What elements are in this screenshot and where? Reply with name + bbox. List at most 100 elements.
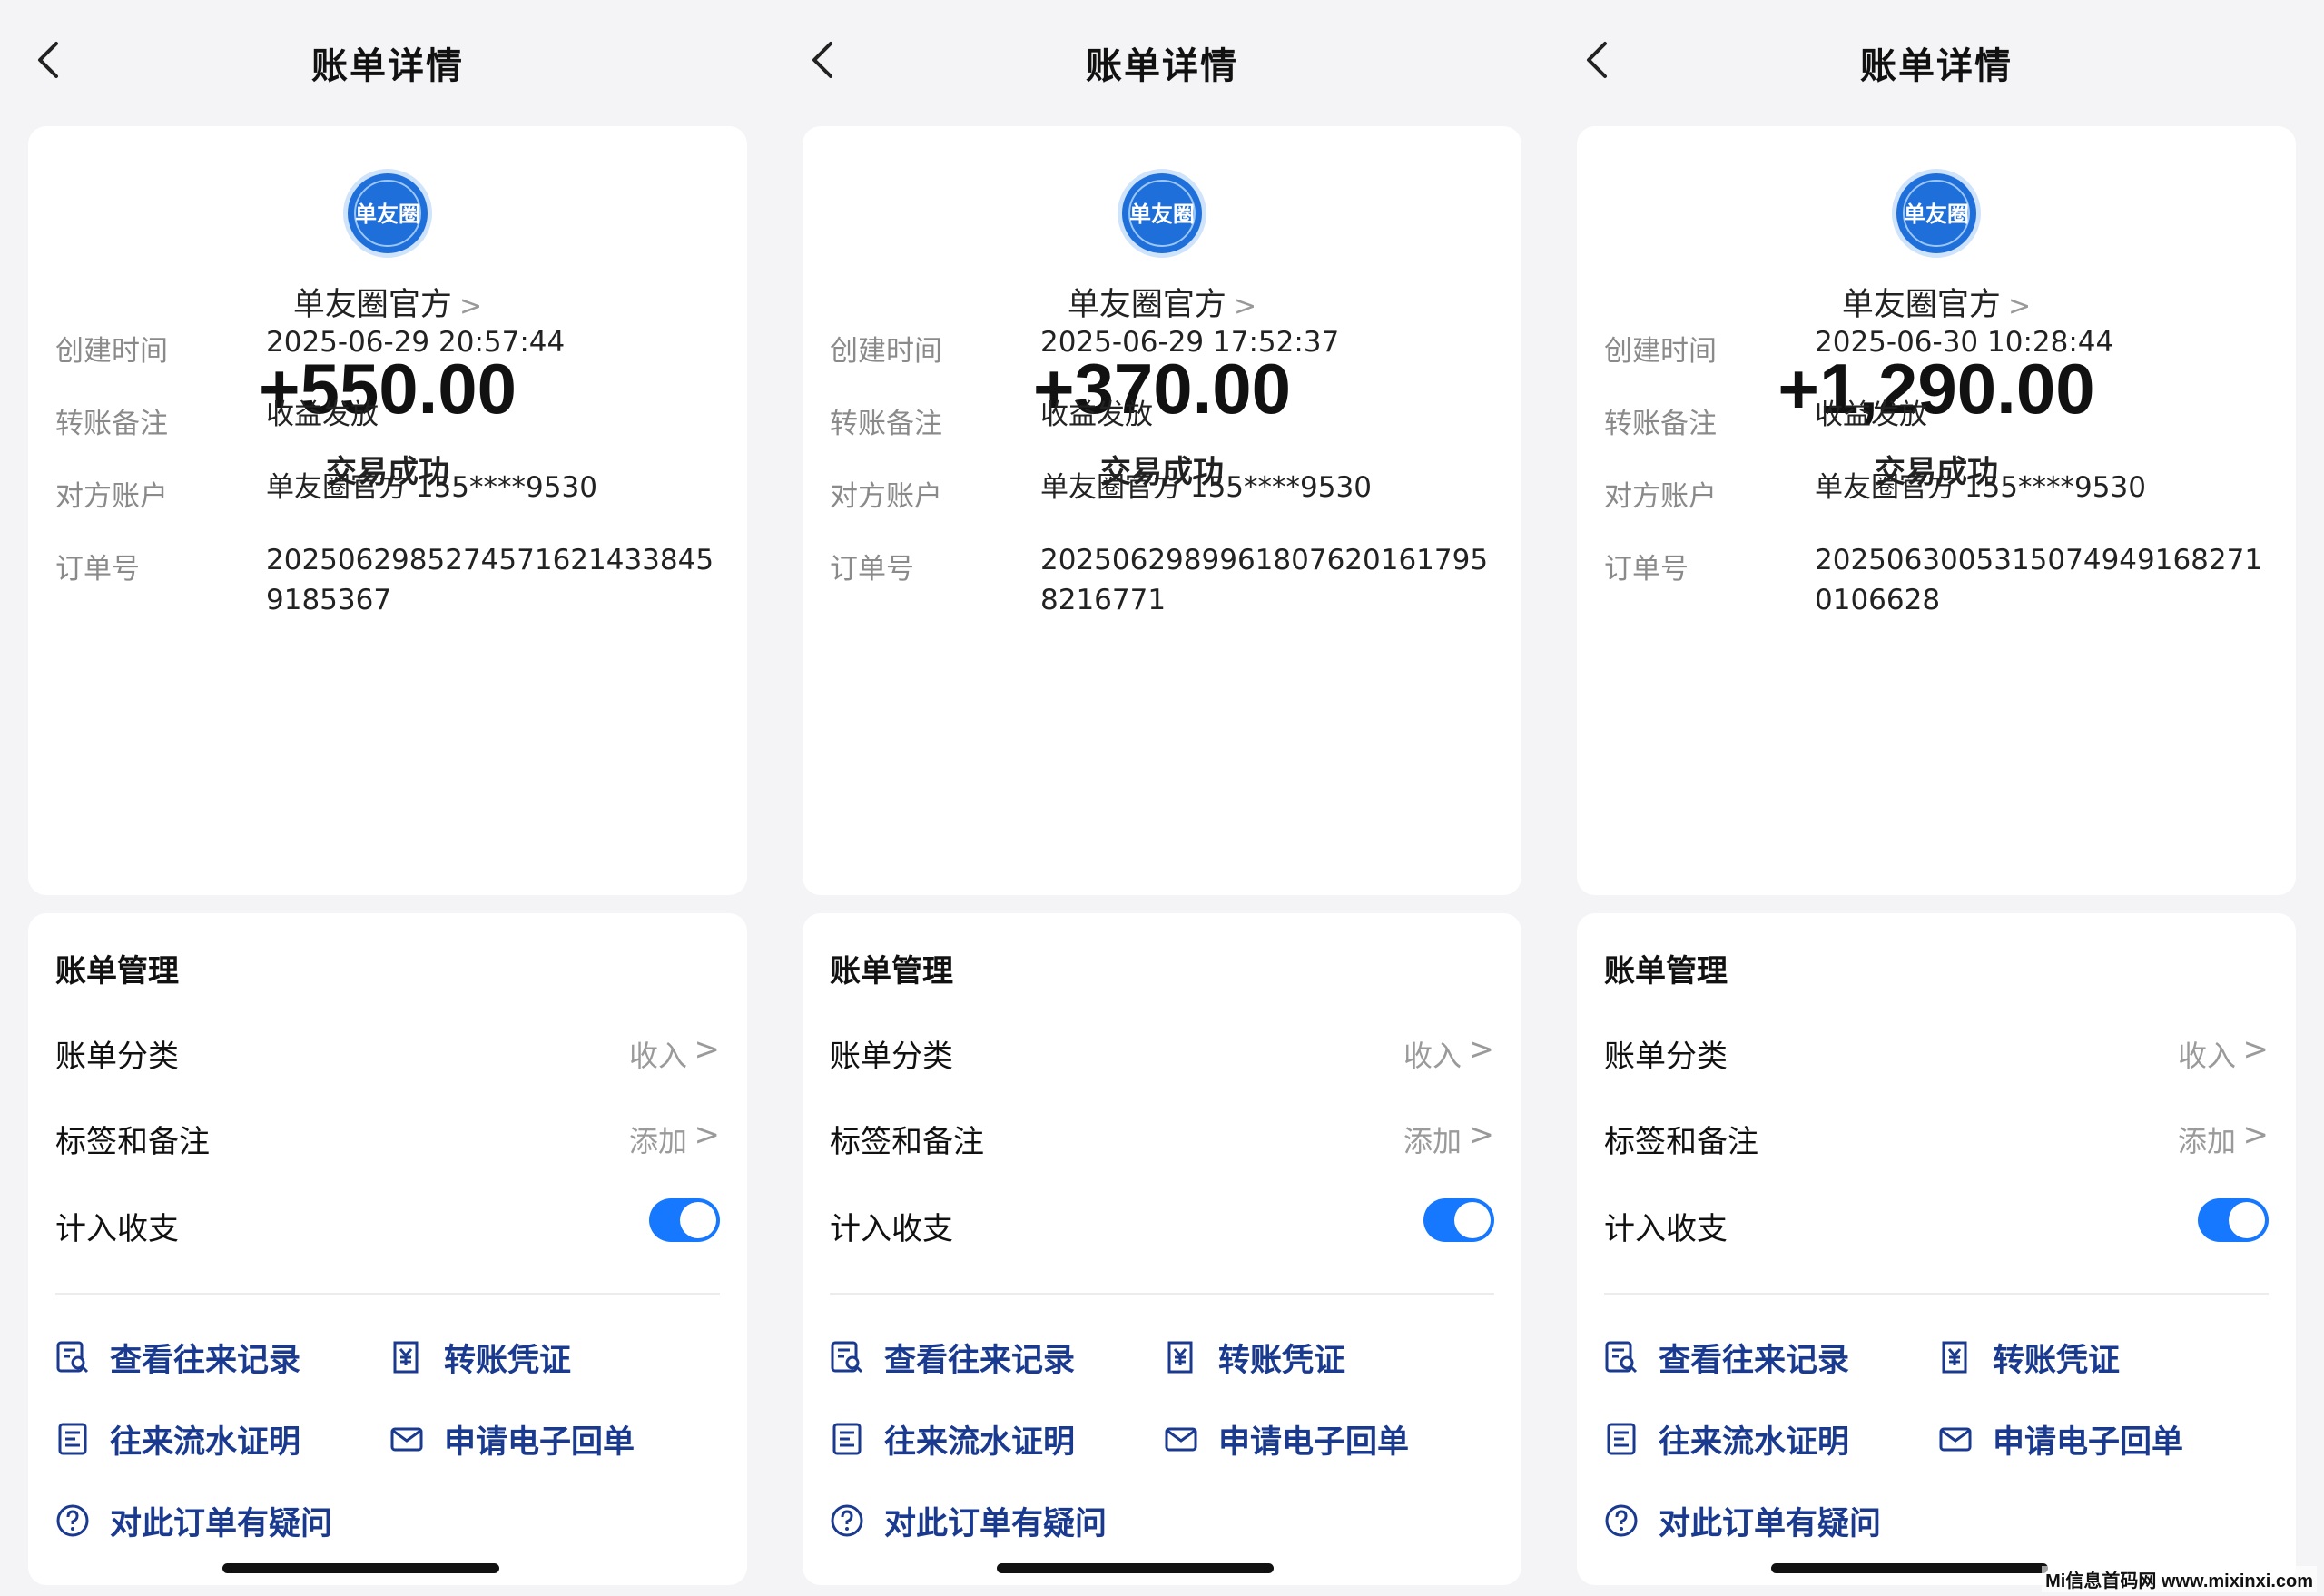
row-label: 账单分类: [55, 1039, 179, 1075]
tags-notes-row[interactable]: 标签和备注 添加 >: [830, 1117, 1494, 1162]
payee-name: 单友圈官方: [1067, 287, 1226, 323]
row-value: 添加: [628, 1124, 687, 1158]
detail-label: 创建时间: [830, 335, 942, 368]
detail-label: 对方账户: [1604, 480, 1717, 513]
row-label: 标签和备注: [830, 1124, 984, 1160]
detail-value: 单友圈官方 155****9530: [1040, 471, 1372, 504]
home-indicator[interactable]: [1771, 1563, 2048, 1573]
logo-text: 单友圈: [355, 202, 420, 227]
detail-value: 收益发放: [266, 399, 379, 431]
link-label: 申请电子回单: [444, 1424, 635, 1461]
logo-text: 单友圈: [1129, 202, 1195, 227]
order-number[interactable]: 20250629899618076201617958216771: [1040, 540, 1503, 620]
payee-logo: 单友圈: [1117, 168, 1207, 259]
document-search-icon: [831, 1341, 863, 1374]
link-label: 转账凭证: [444, 1343, 572, 1379]
detail-value: 2025-06-29 20:57:44: [266, 326, 566, 359]
help-circle-icon: [831, 1504, 863, 1537]
receipt-screen: 账单详情 单友圈 单友圈官方 > +370.00 交易成功 创建时间 2025-0…: [774, 0, 1550, 1596]
page-title: 账单详情: [1860, 45, 2013, 87]
link-label: 往来流水证明: [110, 1424, 301, 1461]
mail-icon: [1165, 1427, 1197, 1452]
link-label: 查看往来记录: [110, 1343, 301, 1379]
link-label: 往来流水证明: [1659, 1424, 1850, 1461]
row-value: 收入: [1403, 1039, 1462, 1073]
detail-value: 收益发放: [1815, 399, 1927, 431]
bill-management-card: 账单管理 账单分类 收入 > 标签和备注 添加 > 计入收支 查看往来记录 转账…: [1577, 913, 2296, 1585]
receipt-screen: 账单详情 单友圈 单友圈官方 > +550.00 交易成功 创建时间 2025-0…: [0, 0, 775, 1596]
logo-text: 单友圈: [1904, 202, 1969, 227]
receipt-screen: 账单详情 单友圈 单友圈官方 > +1,290.00 交易成功 创建时间 2025…: [1549, 0, 2324, 1596]
tags-notes-row[interactable]: 标签和备注 添加 >: [1604, 1117, 2269, 1162]
payee-name: 单友圈官方: [292, 287, 452, 323]
include-in-budget-row: 计入收支: [1604, 1198, 2269, 1249]
chevron-right-icon: >: [2242, 1031, 2270, 1068]
include-in-budget-row: 计入收支: [55, 1198, 720, 1249]
toggle-knob: [2229, 1202, 2265, 1238]
detail-value: 2025-06-29 17:52:37: [1040, 326, 1340, 359]
chevron-right-icon: >: [1468, 1031, 1495, 1068]
bill-category-row[interactable]: 账单分类 收入 >: [830, 1031, 1494, 1077]
statement-icon: [58, 1423, 87, 1455]
detail-value: 收益发放: [1040, 399, 1153, 431]
bill-management-card: 账单管理 账单分类 收入 > 标签和备注 添加 > 计入收支 查看往来记录 转账…: [28, 913, 747, 1585]
bill-category-row[interactable]: 账单分类 收入 >: [55, 1031, 720, 1077]
detail-label: 转账备注: [1604, 408, 1717, 440]
divider: [55, 1293, 720, 1295]
chevron-right-icon: >: [1468, 1117, 1495, 1153]
chevron-right-icon: >: [458, 291, 483, 322]
detail-label: 订单号: [830, 553, 914, 586]
order-number[interactable]: 20250629852745716214338459185367: [266, 540, 729, 620]
row-value: 添加: [2177, 1124, 2236, 1158]
row-label: 计入收支: [55, 1211, 179, 1247]
row-label: 标签和备注: [1604, 1124, 1758, 1160]
watermark: Mi信息首码网 www.mixinxi.com: [2042, 1566, 2317, 1592]
yen-document-icon: [393, 1341, 419, 1374]
row-label: 标签和备注: [55, 1124, 210, 1160]
link-label: 申请电子回单: [1218, 1424, 1410, 1461]
order-number[interactable]: 20250630053150749491682710106628: [1815, 540, 2278, 620]
transaction-card: 单友圈 单友圈官方 > +550.00 交易成功 创建时间 2025-06-29 …: [28, 126, 747, 895]
link-label: 转账凭证: [1993, 1343, 2121, 1379]
payee-name-link[interactable]: 单友圈官方 >: [1577, 279, 2296, 325]
divider: [830, 1293, 1494, 1295]
page-title: 账单详情: [1086, 45, 1238, 87]
row-label: 账单分类: [1604, 1039, 1728, 1075]
nav-bar: 账单详情: [1549, 0, 2324, 123]
toggle-knob: [1454, 1202, 1491, 1238]
bill-category-row[interactable]: 账单分类 收入 >: [1604, 1031, 2269, 1077]
statement-icon: [832, 1423, 862, 1455]
detail-label: 对方账户: [830, 480, 942, 513]
row-value: 收入: [2177, 1039, 2236, 1073]
bill-management-card: 账单管理 账单分类 收入 > 标签和备注 添加 > 计入收支 查看往来记录 转账…: [803, 913, 1521, 1585]
payee-logo: 单友圈: [1891, 168, 1982, 259]
transaction-card: 单友圈 单友圈官方 > +370.00 交易成功 创建时间 2025-06-29 …: [803, 126, 1521, 895]
chevron-right-icon: >: [2007, 291, 2032, 322]
mail-icon: [1939, 1427, 1972, 1452]
detail-label: 转账备注: [55, 408, 168, 440]
document-search-icon: [56, 1341, 89, 1374]
include-toggle[interactable]: [1423, 1198, 1494, 1242]
row-value: 添加: [1403, 1124, 1462, 1158]
detail-value: 2025-06-30 10:28:44: [1815, 326, 2114, 359]
document-search-icon: [1605, 1341, 1638, 1374]
row-label: 账单分类: [830, 1039, 953, 1075]
chevron-right-icon: >: [694, 1031, 721, 1068]
include-toggle[interactable]: [2198, 1198, 2269, 1242]
detail-label: 转账备注: [830, 408, 942, 440]
toggle-knob: [680, 1202, 716, 1238]
payee-name-link[interactable]: 单友圈官方 >: [28, 279, 747, 325]
help-circle-icon: [1605, 1504, 1638, 1537]
link-label: 转账凭证: [1218, 1343, 1346, 1379]
divider: [1604, 1293, 2269, 1295]
home-indicator[interactable]: [222, 1563, 499, 1573]
include-toggle[interactable]: [649, 1198, 720, 1242]
home-indicator[interactable]: [997, 1563, 1274, 1573]
row-label: 计入收支: [830, 1211, 953, 1247]
nav-bar: 账单详情: [0, 0, 775, 123]
tags-notes-row[interactable]: 标签和备注 添加 >: [55, 1117, 720, 1162]
detail-label: 订单号: [55, 553, 140, 586]
link-label: 查看往来记录: [1659, 1343, 1850, 1379]
payee-name-link[interactable]: 单友圈官方 >: [803, 279, 1521, 325]
section-title: 账单管理: [830, 953, 953, 990]
